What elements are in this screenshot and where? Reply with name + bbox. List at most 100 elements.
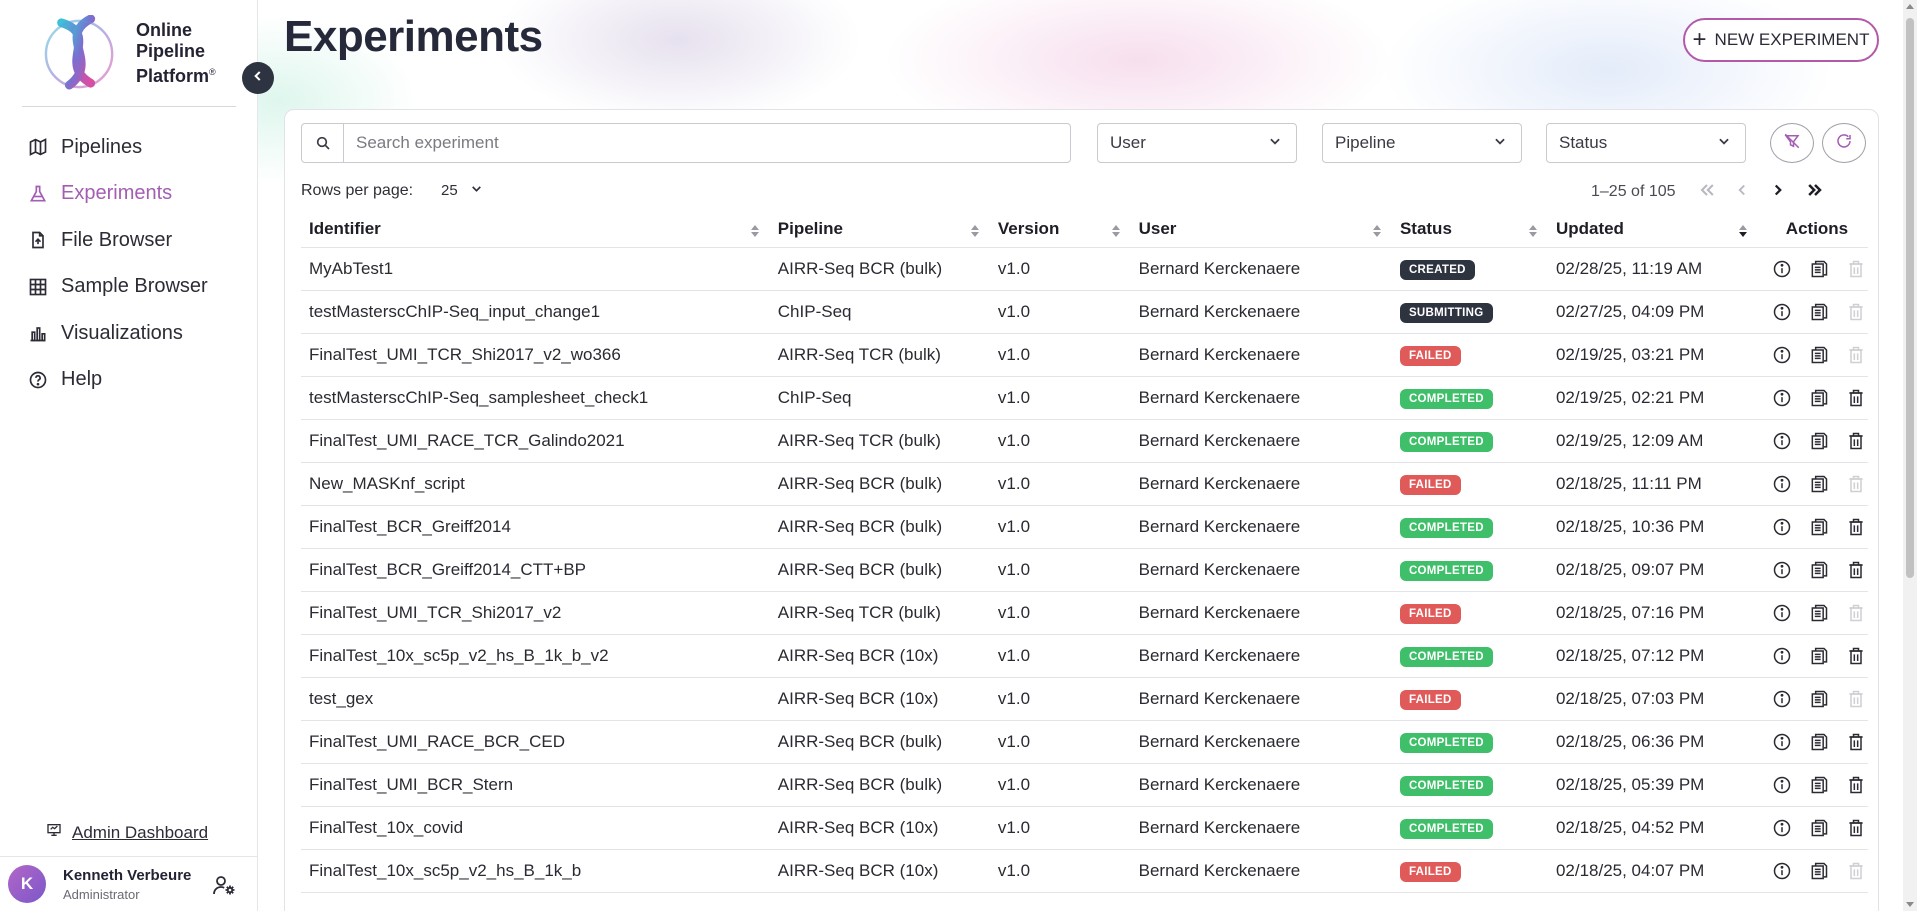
table-row[interactable]: FinalTest_10x_covid AIRR-Seq BCR (10x) v…: [301, 806, 1868, 850]
search-input[interactable]: [344, 133, 1044, 153]
sidebar-item-file-browser[interactable]: File Browser: [0, 217, 258, 264]
table-row[interactable]: FinalTest_10x_sc5p_v2_hs_B_1k_b AIRR-Seq…: [301, 849, 1868, 893]
copy-document-icon[interactable]: [1807, 515, 1831, 539]
copy-document-icon[interactable]: [1807, 773, 1831, 797]
column-header-status[interactable]: Status: [1391, 212, 1548, 248]
copy-document-icon[interactable]: [1807, 429, 1831, 453]
info-icon[interactable]: [1770, 773, 1794, 797]
copy-document-icon[interactable]: [1807, 472, 1831, 496]
info-icon[interactable]: [1770, 601, 1794, 625]
cell-identifier[interactable]: FinalTest_UMI_BCR_Stern: [301, 763, 770, 807]
cell-identifier[interactable]: test_gex: [301, 677, 770, 721]
table-row[interactable]: FinalTest_UMI_TCR_Shi2017_v2 AIRR-Seq TC…: [301, 591, 1868, 635]
cell-identifier[interactable]: testMasterscChIP-Seq_input_change1: [301, 290, 770, 334]
column-header-updated[interactable]: Updated: [1547, 212, 1758, 248]
admin-dashboard-link[interactable]: Admin Dashboard: [46, 822, 208, 843]
cell-identifier[interactable]: FinalTest_BCR_Greiff2014: [301, 505, 770, 549]
cell-identifier[interactable]: FinalTest_BCR_Greiff2014_CTT+BP: [301, 548, 770, 592]
delete-icon[interactable]: [1844, 558, 1868, 582]
cell-identifier[interactable]: FinalTest_UMI_RACE_BCR_CED: [301, 720, 770, 764]
sidebar-item-sample-browser[interactable]: Sample Browser: [0, 264, 258, 311]
copy-document-icon[interactable]: [1807, 816, 1831, 840]
info-icon[interactable]: [1770, 644, 1794, 668]
app-logo[interactable]: Online Pipeline Platform®: [42, 14, 232, 92]
delete-icon[interactable]: [1844, 816, 1868, 840]
rows-per-page-select[interactable]: 25: [441, 182, 483, 199]
copy-document-icon[interactable]: [1807, 730, 1831, 754]
table-row[interactable]: test_gex AIRR-Seq BCR (10x) v1.0 Bernard…: [301, 677, 1868, 721]
scroll-down-arrow[interactable]: [1906, 902, 1914, 907]
cell-identifier[interactable]: FinalTest_UMI_RACE_TCR_Galindo2021: [301, 419, 770, 463]
info-icon[interactable]: [1770, 558, 1794, 582]
cell-identifier[interactable]: New_MASKnf_script: [301, 462, 770, 506]
table-row[interactable]: testMasterscChIP-Seq_input_change1 ChIP-…: [301, 290, 1868, 334]
copy-document-icon[interactable]: [1807, 601, 1831, 625]
table-row[interactable]: MyAbTest1 AIRR-Seq BCR (bulk) v1.0 Berna…: [301, 247, 1868, 291]
delete-icon[interactable]: [1844, 429, 1868, 453]
table-row[interactable]: FinalTest_BCR_Greiff2014_CTT+BP AIRR-Seq…: [301, 548, 1868, 592]
last-page-button[interactable]: [1803, 180, 1827, 204]
info-icon[interactable]: [1770, 300, 1794, 324]
previous-page-button[interactable]: [1730, 180, 1754, 204]
copy-document-icon[interactable]: [1807, 644, 1831, 668]
cell-identifier[interactable]: MyAbTest1: [301, 247, 770, 291]
info-icon[interactable]: [1770, 687, 1794, 711]
cell-identifier[interactable]: FinalTest_10x_sc5p_v2_hs_B_1k_b: [301, 849, 770, 893]
info-icon[interactable]: [1770, 515, 1794, 539]
info-icon[interactable]: [1770, 343, 1794, 367]
page-scrollbar[interactable]: [1903, 0, 1917, 911]
copy-document-icon[interactable]: [1807, 300, 1831, 324]
copy-document-icon[interactable]: [1807, 343, 1831, 367]
table-row[interactable]: FinalTest_UMI_RACE_TCR_Galindo2021 AIRR-…: [301, 419, 1868, 463]
scroll-up-arrow[interactable]: [1906, 4, 1914, 9]
column-header-pipeline[interactable]: Pipeline: [769, 212, 990, 248]
table-row[interactable]: FinalTest_UMI_RACE_BCR_CED AIRR-Seq BCR …: [301, 720, 1868, 764]
collapse-sidebar-button[interactable]: [242, 62, 274, 94]
info-icon[interactable]: [1770, 257, 1794, 281]
copy-document-icon[interactable]: [1807, 386, 1831, 410]
info-icon[interactable]: [1770, 429, 1794, 453]
info-icon[interactable]: [1770, 816, 1794, 840]
copy-document-icon[interactable]: [1807, 859, 1831, 883]
cell-identifier[interactable]: testMasterscChIP-Seq_samplesheet_check1: [301, 376, 770, 420]
delete-icon[interactable]: [1844, 644, 1868, 668]
cell-identifier[interactable]: FinalTest_10x_covid: [301, 806, 770, 850]
first-page-button[interactable]: [1695, 180, 1719, 204]
column-header-version[interactable]: Version: [989, 212, 1131, 248]
next-page-button[interactable]: [1766, 180, 1790, 204]
delete-icon[interactable]: [1844, 386, 1868, 410]
avatar[interactable]: K: [8, 865, 46, 903]
table-row[interactable]: FinalTest_UMI_BCR_Stern AIRR-Seq BCR (bu…: [301, 763, 1868, 807]
delete-icon[interactable]: [1844, 515, 1868, 539]
copy-document-icon[interactable]: [1807, 687, 1831, 711]
scrollbar-thumb[interactable]: [1906, 18, 1914, 578]
delete-icon[interactable]: [1844, 773, 1868, 797]
delete-icon[interactable]: [1844, 730, 1868, 754]
sidebar-item-experiments[interactable]: Experiments: [0, 171, 258, 218]
info-icon[interactable]: [1770, 859, 1794, 883]
status-filter-select[interactable]: Status: [1546, 123, 1746, 163]
table-row[interactable]: FinalTest_10x_sc5p_v2_hs_B_1k_b_v2 AIRR-…: [301, 634, 1868, 678]
column-header-user[interactable]: User: [1130, 212, 1392, 248]
table-row[interactable]: New_MASKnf_script AIRR-Seq BCR (bulk) v1…: [301, 462, 1868, 506]
info-icon[interactable]: [1770, 730, 1794, 754]
info-icon[interactable]: [1770, 386, 1794, 410]
cell-identifier[interactable]: FinalTest_UMI_TCR_Shi2017_v2_wo366: [301, 333, 770, 377]
cell-identifier[interactable]: FinalTest_UMI_TCR_Shi2017_v2: [301, 591, 770, 635]
sidebar-item-help[interactable]: Help: [0, 357, 258, 404]
info-icon[interactable]: [1770, 472, 1794, 496]
user-filter-select[interactable]: User: [1097, 123, 1297, 163]
table-row[interactable]: FinalTest_BCR_Greiff2014 AIRR-Seq BCR (b…: [301, 505, 1868, 549]
copy-document-icon[interactable]: [1807, 558, 1831, 582]
sidebar-item-visualizations[interactable]: Visualizations: [0, 310, 258, 357]
column-header-identifier[interactable]: Identifier: [301, 212, 770, 248]
clear-filters-button[interactable]: [1770, 123, 1814, 163]
pipeline-filter-select[interactable]: Pipeline: [1322, 123, 1522, 163]
new-experiment-button[interactable]: + NEW EXPERIMENT: [1683, 18, 1879, 62]
cell-identifier[interactable]: FinalTest_10x_sc5p_v2_hs_B_1k_b_v2: [301, 634, 770, 678]
copy-document-icon[interactable]: [1807, 257, 1831, 281]
refresh-button[interactable]: [1822, 123, 1866, 163]
user-settings-icon[interactable]: [212, 873, 236, 902]
table-row[interactable]: FinalTest_UMI_TCR_Shi2017_v2_wo366 AIRR-…: [301, 333, 1868, 377]
table-row[interactable]: testMasterscChIP-Seq_samplesheet_check1 …: [301, 376, 1868, 420]
